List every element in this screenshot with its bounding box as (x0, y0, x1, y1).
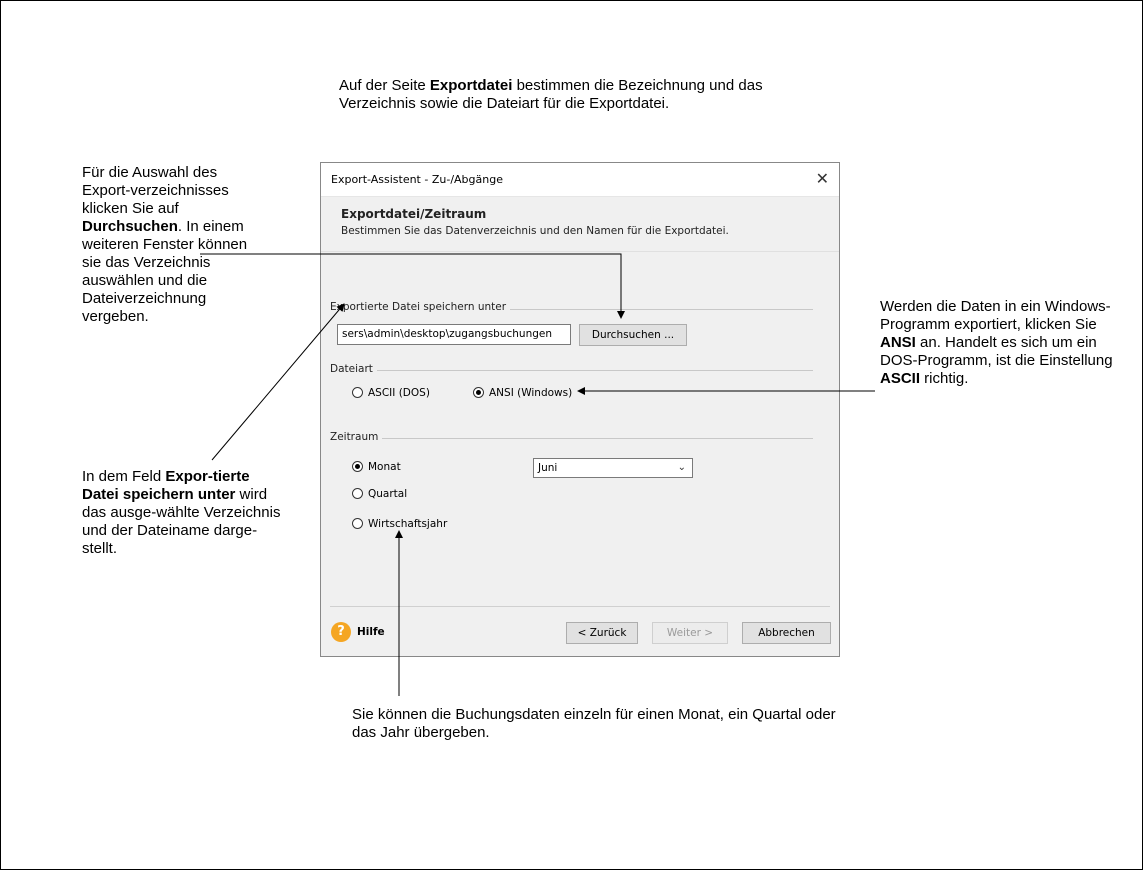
divider (321, 251, 839, 252)
radio-fiscal-year[interactable]: Wirtschaftsjahr (352, 518, 447, 530)
radio-button-icon (473, 387, 484, 398)
annotation-bold: Durchsuchen (82, 218, 178, 235)
annotation-text: Auf der Seite (339, 77, 430, 94)
help-icon[interactable]: ? (331, 622, 351, 642)
annotation-left-top: Für die Auswahl des Export-verzeichnisse… (82, 164, 257, 326)
export-wizard-dialog: Export-Assistent - Zu-/Abgänge ✕ Exportd… (320, 162, 840, 657)
wizard-step-subtitle: Bestimmen Sie das Datenverzeichnis und d… (341, 225, 729, 237)
group-label-filetype: Dateiart (330, 363, 377, 375)
browse-button[interactable]: Durchsuchen ... (579, 324, 687, 346)
wizard-step-title: Exportdatei/Zeitraum (341, 207, 487, 221)
annotation-text: richtig. (920, 370, 969, 387)
annotation-bold: Exportdatei (429, 77, 513, 94)
export-path-input[interactable]: sers\admin\desktop\zugangsbuchungen (337, 324, 571, 345)
help-label[interactable]: Hilfe (357, 626, 385, 638)
annotation-right: Werden die Daten in ein Windows-Programm… (880, 298, 1130, 388)
next-button[interactable]: Weiter > (652, 622, 728, 644)
chevron-down-icon: ⌄ (677, 462, 686, 473)
annotation-left-bottom: In dem Feld Expor-tierte Datei speichern… (82, 468, 282, 558)
radio-button-icon (352, 461, 363, 472)
annotation-bold: ANSI (880, 334, 916, 351)
annotation-text: In dem Feld (82, 468, 166, 485)
radio-label: ASCII (DOS) (368, 387, 430, 399)
radio-label: ANSI (Windows) (489, 387, 573, 399)
radio-button-icon (352, 488, 363, 499)
group-label-period: Zeitraum (330, 431, 383, 443)
back-button[interactable]: < Zurück (566, 622, 638, 644)
radio-month[interactable]: Monat (352, 461, 401, 473)
group-label-file: Exportierte Datei speichern unter (330, 301, 511, 313)
annotation-bold: ASCII (880, 370, 921, 387)
radio-button-icon (352, 518, 363, 529)
radio-ansi[interactable]: ANSI (Windows) (473, 387, 572, 399)
radio-label: Wirtschaftsjahr (368, 518, 448, 530)
divider (330, 438, 813, 439)
close-icon[interactable]: ✕ (816, 169, 829, 188)
radio-ascii[interactable]: ASCII (DOS) (352, 387, 430, 399)
annotation-text: an. Handelt es sich um ein DOS-Programm,… (880, 334, 1113, 369)
dialog-titlebar: Export-Assistent - Zu-/Abgänge ✕ (321, 163, 839, 197)
month-select[interactable]: Juni ⌄ (533, 458, 693, 478)
dialog-title: Export-Assistent - Zu-/Abgänge (331, 173, 503, 186)
annotation-bottom: Sie können die Buchungsdaten einzeln für… (352, 706, 836, 741)
annotation-top: Auf der Seite Exportdatei bestimmen die … (339, 77, 819, 113)
annotation-text: Für die Auswahl des Export-verzeichnisse… (82, 164, 229, 217)
divider (330, 370, 813, 371)
cancel-button[interactable]: Abbrechen (742, 622, 831, 644)
annotation-text: Werden die Daten in ein Windows-Programm… (880, 298, 1111, 333)
radio-quarter[interactable]: Quartal (352, 488, 407, 500)
month-select-value: Juni (538, 462, 558, 474)
radio-label: Quartal (368, 488, 408, 500)
radio-label: Monat (368, 461, 401, 473)
radio-button-icon (352, 387, 363, 398)
divider (330, 606, 830, 607)
